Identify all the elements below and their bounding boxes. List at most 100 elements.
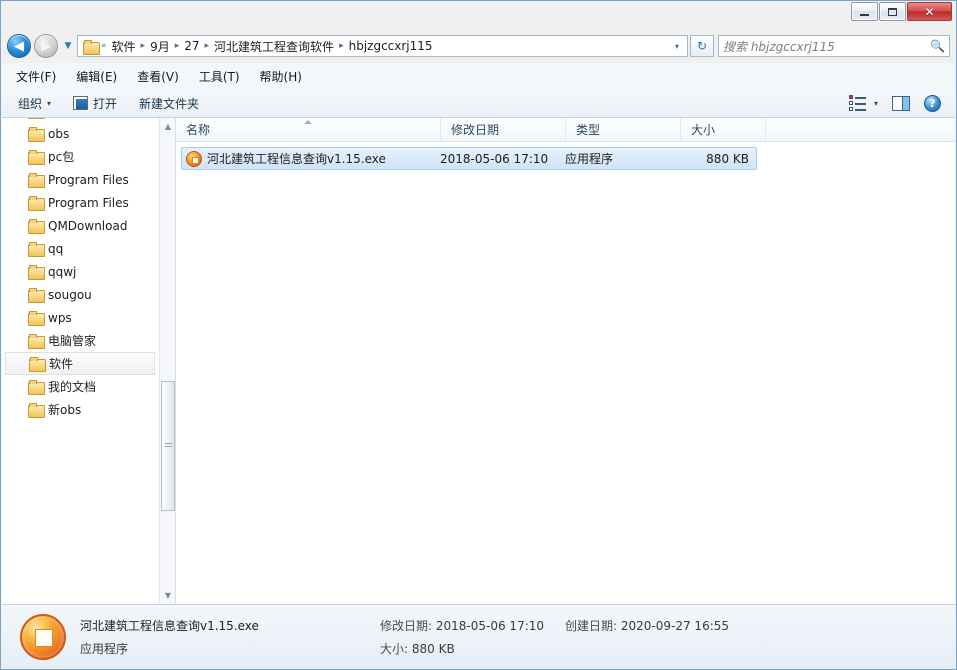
- close-button[interactable]: ✕: [907, 2, 952, 21]
- details-file-type: 应用程序: [80, 642, 129, 656]
- sidebar-item-label: qqwj: [48, 264, 77, 279]
- details-file-name: 河北建筑工程信息查询v1.15.exe: [80, 619, 259, 633]
- details-size-value: 880 KB: [411, 642, 455, 656]
- sidebar-item-14[interactable]: qqwj: [2, 260, 160, 283]
- address-bar-row: ◀ ▶ ▼ « 软件 ▸ 9月 ▸ 27 ▸ 河北建筑工程查询软件 ▸ hbjz…: [1, 29, 956, 63]
- maximize-icon: [888, 7, 897, 16]
- sidebar-item-15[interactable]: sougou: [2, 283, 160, 306]
- search-icon: 🔍: [930, 39, 945, 53]
- menu-item-tools[interactable]: 工具(T): [199, 68, 240, 85]
- breadcrumb-item-4[interactable]: hbjzgccxrj115: [345, 39, 437, 53]
- maximize-button[interactable]: [879, 2, 906, 21]
- sidebar-item-13[interactable]: qq: [2, 237, 160, 260]
- column-label: 大小: [691, 123, 716, 137]
- back-button[interactable]: ◀: [7, 34, 31, 58]
- scroll-down-icon[interactable]: ▼: [160, 587, 175, 604]
- sidebar-item-18[interactable]: 软件: [5, 352, 155, 375]
- organize-button[interactable]: 组织 ▾: [18, 95, 51, 112]
- back-arrow-icon: ◀: [14, 38, 24, 54]
- address-dropdown-icon[interactable]: ▾: [669, 42, 685, 51]
- address-breadcrumb-bar[interactable]: « 软件 ▸ 9月 ▸ 27 ▸ 河北建筑工程查询软件 ▸ hbjzgccxrj…: [77, 35, 688, 57]
- explorer-window: ✕ ◀ ▶ ▼ « 软件 ▸ 9月 ▸ 27 ▸ 河北建筑工程查询软件 ▸ hb…: [0, 0, 957, 670]
- sidebar-item-label: 电脑管家: [48, 334, 97, 348]
- sidebar-item-10[interactable]: Program Files: [2, 168, 160, 191]
- details-modified: 修改日期: 2018-05-06 17:10: [380, 617, 565, 634]
- folder-icon: [28, 219, 45, 234]
- coin-app-icon: [186, 150, 202, 167]
- column-header-name[interactable]: 名称: [176, 117, 441, 142]
- folder-icon: [28, 173, 45, 188]
- coin-app-icon: [20, 614, 66, 660]
- details-pane: 河北建筑工程信息查询v1.15.exe 修改日期: 2018-05-06 17:…: [2, 604, 955, 669]
- close-icon: ✕: [924, 4, 935, 19]
- sidebar-item-label: qq: [48, 241, 64, 256]
- sidebar-item-label: wps: [48, 310, 72, 325]
- folder-icon: [28, 265, 45, 280]
- sidebar-item-16[interactable]: wps: [2, 306, 160, 329]
- folder-icon: [28, 242, 45, 257]
- sidebar-item-8[interactable]: obs: [2, 122, 160, 145]
- breadcrumb-item-3[interactable]: 河北建筑工程查询软件: [210, 38, 338, 55]
- menu-item-edit[interactable]: 编辑(E): [76, 68, 117, 85]
- column-label: 类型: [576, 123, 601, 137]
- details-size: 大小: 880 KB: [380, 640, 565, 657]
- folder-icon: [28, 311, 45, 326]
- window-controls: ✕: [851, 2, 952, 21]
- scrollbar-thumb[interactable]: [161, 381, 175, 511]
- open-button[interactable]: 打开: [73, 95, 117, 112]
- breadcrumb-item-2[interactable]: 27: [180, 39, 203, 53]
- menu-item-view[interactable]: 查看(V): [137, 68, 179, 85]
- sidebar-item-label: obs: [48, 126, 70, 141]
- sidebar-item-label: Program Files: [48, 172, 129, 187]
- details-created-value: 2020-09-27 16:55: [620, 619, 730, 633]
- details-size-label: 大小:: [380, 642, 409, 656]
- column-header-date[interactable]: 修改日期: [441, 117, 566, 142]
- details-created: 创建日期: 2020-09-27 16:55: [565, 617, 729, 634]
- menu-bar: 文件(F) 编辑(E) 查看(V) 工具(T) 帮助(H): [2, 63, 955, 89]
- title-bar[interactable]: ✕: [1, 1, 956, 29]
- breadcrumb-item-1[interactable]: 9月: [146, 38, 174, 55]
- organize-label: 组织: [18, 96, 43, 111]
- sidebar-item-20[interactable]: 新obs: [2, 398, 160, 421]
- change-view-icon[interactable]: [848, 95, 868, 111]
- folder-icon: [28, 150, 45, 165]
- details-created-label: 创建日期:: [565, 619, 618, 633]
- breadcrumb: « 软件 ▸ 9月 ▸ 27 ▸ 河北建筑工程查询软件 ▸ hbjzgccxrj…: [100, 38, 669, 55]
- folder-icon: [29, 357, 46, 372]
- file-name-cell: 河北建筑工程信息查询v1.15.exe: [182, 150, 440, 167]
- sidebar-item-label: 软件: [49, 357, 74, 371]
- breadcrumb-item-0[interactable]: 软件: [108, 38, 140, 55]
- breadcrumb-overflow[interactable]: «: [100, 41, 108, 51]
- sidebar-item-19[interactable]: 我的文档: [2, 375, 160, 398]
- folder-icon: [28, 403, 45, 418]
- view-dropdown-icon[interactable]: ▾: [874, 99, 878, 108]
- column-header-type[interactable]: 类型: [566, 117, 681, 142]
- open-app-icon: [73, 96, 89, 110]
- sidebar-scrollbar[interactable]: ▲ ▼: [159, 118, 175, 604]
- column-label: 修改日期: [451, 123, 500, 137]
- minimize-button[interactable]: [851, 2, 878, 21]
- menu-item-help[interactable]: 帮助(H): [260, 68, 302, 85]
- file-date-cell: 2018-05-06 17:10: [440, 151, 549, 166]
- file-list-pane: 名称 修改日期 类型 大小 河北建筑工程信息查询v1.15.exe 2018-0…: [176, 117, 955, 604]
- sidebar-item-label: 我的文档: [48, 380, 97, 394]
- chevron-down-icon: ▾: [47, 98, 52, 108]
- search-input[interactable]: 搜索 hbjzgccxrj115 🔍: [718, 35, 950, 57]
- refresh-button[interactable]: ↻: [690, 35, 714, 57]
- sidebar-item-12[interactable]: QMDownload: [2, 214, 160, 237]
- new-folder-button[interactable]: 新建文件夹: [139, 95, 199, 112]
- sidebar-item-17[interactable]: 电脑管家: [2, 329, 160, 352]
- help-icon[interactable]: ?: [924, 94, 941, 112]
- file-type-cell: 应用程序: [565, 152, 614, 166]
- preview-pane-icon[interactable]: [892, 95, 910, 111]
- sort-ascending-icon: [304, 119, 312, 124]
- column-header-size[interactable]: 大小: [681, 117, 766, 142]
- scroll-up-icon[interactable]: ▲: [160, 118, 175, 135]
- sidebar-item-11[interactable]: Program Files: [2, 191, 160, 214]
- menu-item-file[interactable]: 文件(F): [16, 68, 56, 85]
- forward-button[interactable]: ▶: [34, 34, 58, 58]
- history-dropdown-button[interactable]: ▼: [61, 41, 75, 51]
- table-row[interactable]: 河北建筑工程信息查询v1.15.exe 2018-05-06 17:10 应用程…: [181, 147, 757, 170]
- sidebar-item-label: Program Files: [48, 195, 129, 210]
- sidebar-item-9[interactable]: pc包: [2, 145, 160, 168]
